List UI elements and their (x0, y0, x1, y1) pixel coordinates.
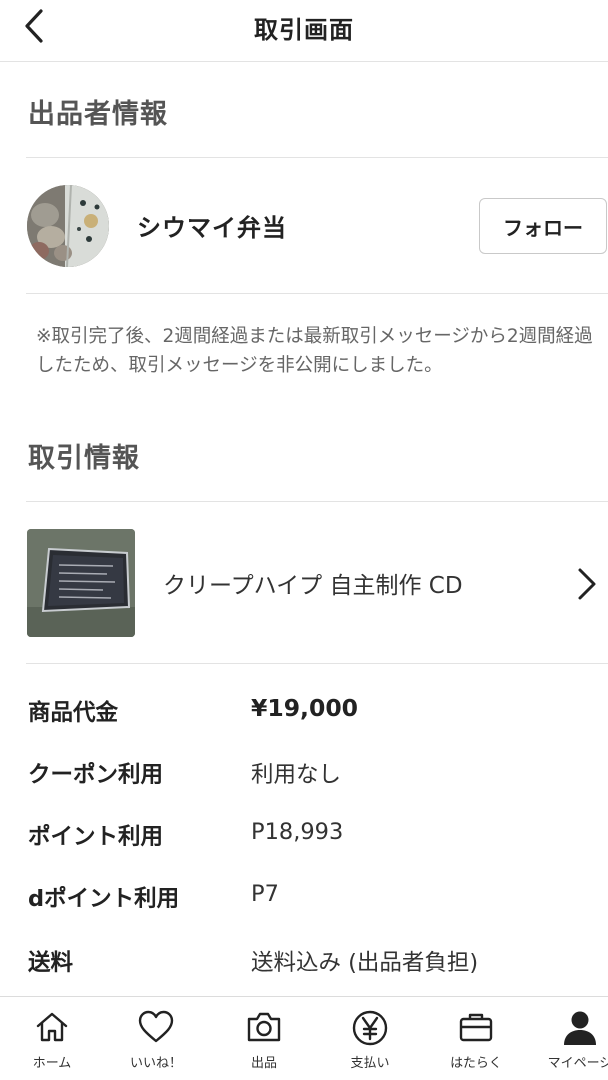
price-value: ¥19,000 (251, 694, 359, 722)
tab-payment[interactable]: 支払い (318, 997, 422, 1080)
transaction-section-title: 取引情報 (28, 443, 140, 474)
tab-label: 出品 (250, 1056, 277, 1071)
product-image (27, 529, 135, 637)
tab-label: はたらく (450, 1056, 502, 1071)
price-label: 商品代金 (28, 700, 119, 726)
tab-likes[interactable]: いいね！ (104, 997, 208, 1080)
tab-mypage[interactable]: マイページ (528, 997, 608, 1080)
tab-label: 支払い (350, 1056, 390, 1071)
coupon-label: クーポン利用 (28, 762, 164, 788)
tab-work[interactable]: はたらく (424, 997, 528, 1080)
tab-label: いいね！ (129, 1056, 182, 1071)
tab-home[interactable]: ホーム (0, 997, 104, 1080)
heart-icon (138, 1010, 174, 1043)
d-points-value: P7 (251, 881, 279, 907)
tab-label: ホーム (32, 1056, 72, 1071)
user-icon (564, 1011, 596, 1045)
points-label: ポイント利用 (28, 824, 164, 850)
follow-button[interactable]: フォロー (479, 198, 607, 254)
header-bar: 取引画面 (0, 0, 608, 62)
divider (26, 501, 608, 502)
coupon-value: 利用なし (251, 762, 342, 788)
divider (26, 663, 608, 664)
tab-sell[interactable]: 出品 (212, 997, 316, 1080)
chevron-right-icon[interactable] (574, 566, 600, 602)
briefcase-icon (459, 1013, 493, 1042)
d-points-label: dポイント利用 (28, 886, 180, 912)
divider (26, 157, 608, 158)
bottom-tab-bar: ホーム いいね！ 出品 支払い はたらく マイページ (0, 996, 608, 1080)
seller-section-title: 出品者情報 (28, 99, 168, 130)
product-thumbnail[interactable] (27, 529, 135, 637)
message-notice: ※取引完了後、2週間経過または最新取引メッセージから2週間経過したため、取引メッ… (36, 326, 593, 376)
camera-icon (247, 1012, 281, 1042)
seller-name[interactable]: シウマイ弁当 (137, 208, 287, 243)
seller-avatar[interactable] (27, 185, 109, 267)
shipping-label: 送料 (28, 950, 74, 976)
shipping-value: 送料込み (出品者負担) (251, 950, 479, 976)
avatar-image (27, 185, 109, 267)
divider (26, 293, 608, 294)
tab-label: マイページ (547, 1056, 608, 1071)
home-icon (36, 1012, 68, 1042)
yen-icon (352, 1010, 388, 1046)
page-title: 取引画面 (254, 16, 354, 44)
product-name[interactable]: クリープハイプ 自主制作 CD (163, 566, 463, 600)
points-value: P18,993 (251, 819, 344, 845)
